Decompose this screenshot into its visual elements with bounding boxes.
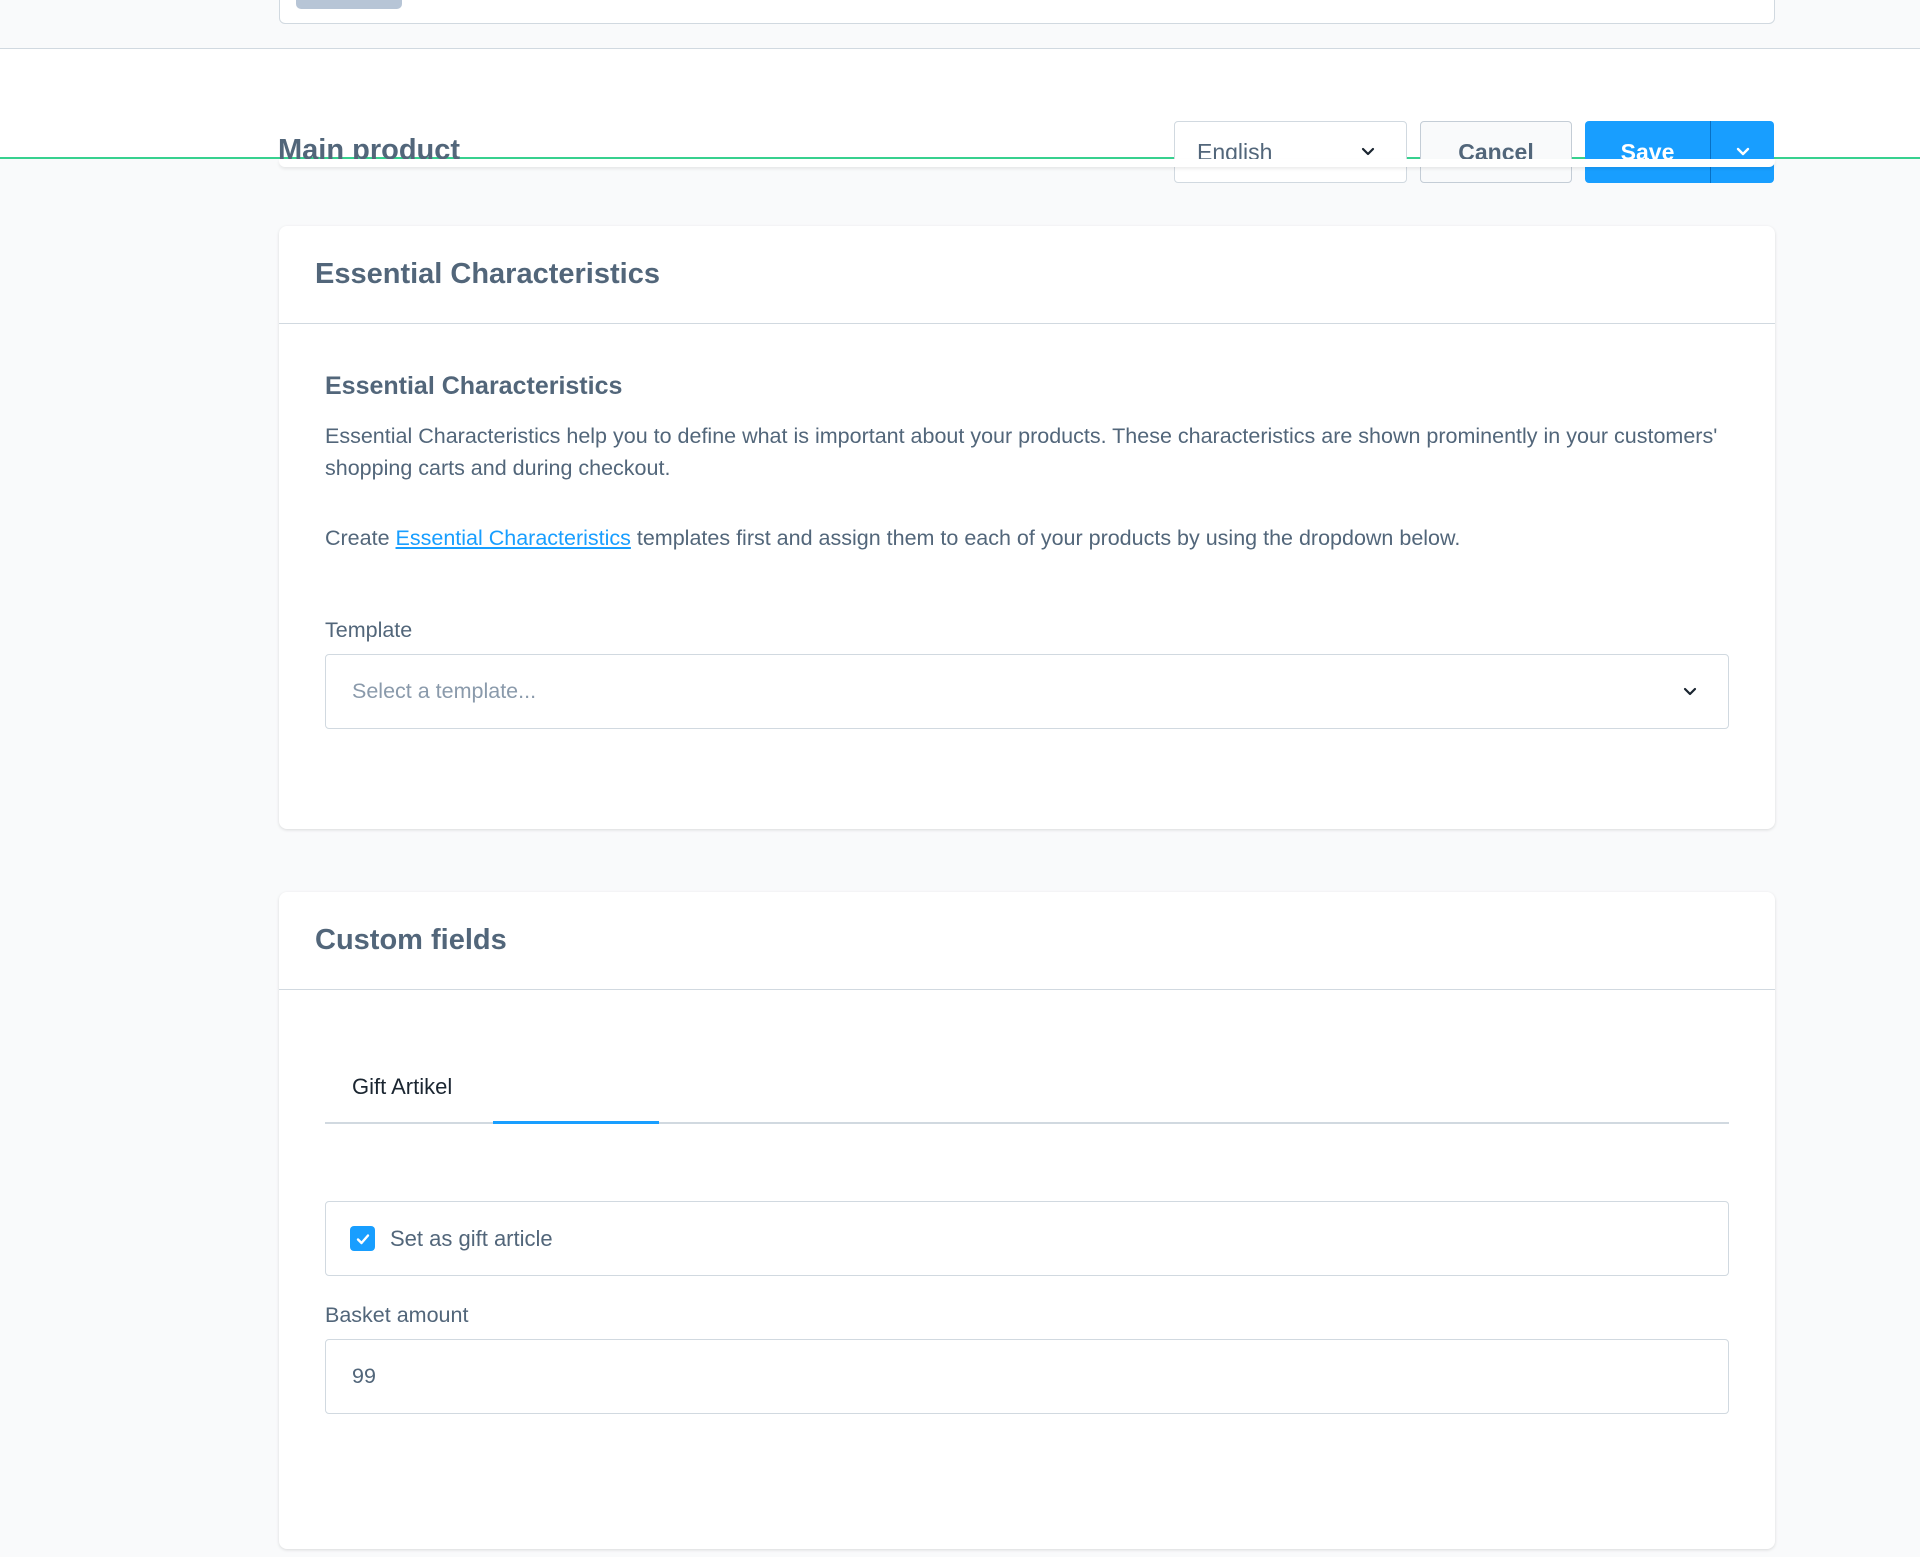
template-select-placeholder: Select a template... [352,679,537,703]
card-body: Gift Artikel Set as gift article Basket … [279,990,1775,1549]
previous-card-edge [279,0,1775,24]
section-subtitle: Essential Characteristics [325,372,623,400]
card-body: Essential Characteristics Essential Char… [279,324,1775,829]
save-button-group: Save [1585,121,1774,183]
card-title: Essential Characteristics [279,226,1775,324]
smart-bar: Main product English Cancel Save [0,49,1920,183]
card-title: Custom fields [279,892,1775,990]
tab-gift-artikel[interactable]: Gift Artikel [352,1074,452,1100]
gift-article-checkbox[interactable] [350,1226,375,1251]
chevron-down-icon [1683,687,1697,696]
section-description: Essential Characteristics help you to de… [325,424,1718,480]
basket-amount-label: Basket amount [325,1303,469,1327]
template-label: Template [325,618,413,642]
basket-amount-value: 99 [352,1364,376,1388]
custom-field-tabs: Gift Artikel [325,1060,1729,1124]
language-select[interactable]: English [1174,121,1407,183]
tab-active-indicator [493,1121,659,1124]
gift-article-field: Set as gift article [325,1201,1729,1276]
card-bottom-edge [279,159,1775,167]
checkmark-icon [356,1233,369,1244]
page: Main product English Cancel Save Essenti… [0,0,1920,1557]
cancel-button[interactable]: Cancel [1420,121,1572,183]
gift-article-label: Set as gift article [390,1225,553,1251]
essential-characteristics-card: Essential Characteristics Essential Char… [279,226,1775,829]
template-select[interactable]: Select a template... [325,654,1729,729]
hint-prefix: Create [325,526,396,550]
save-button[interactable]: Save [1585,121,1711,183]
custom-fields-card: Custom fields Gift Artikel Set as gift a… [279,892,1775,1549]
hint-suffix: templates first and assign them to each … [630,526,1461,550]
essential-characteristics-link[interactable]: Essential Characteristics [396,526,631,550]
save-options-toggle[interactable] [1711,121,1774,183]
create-templates-hint: Create Essential Characteristics templat… [325,522,1735,554]
previous-card-stub [296,0,402,9]
basket-amount-input[interactable]: 99 [325,1339,1729,1414]
